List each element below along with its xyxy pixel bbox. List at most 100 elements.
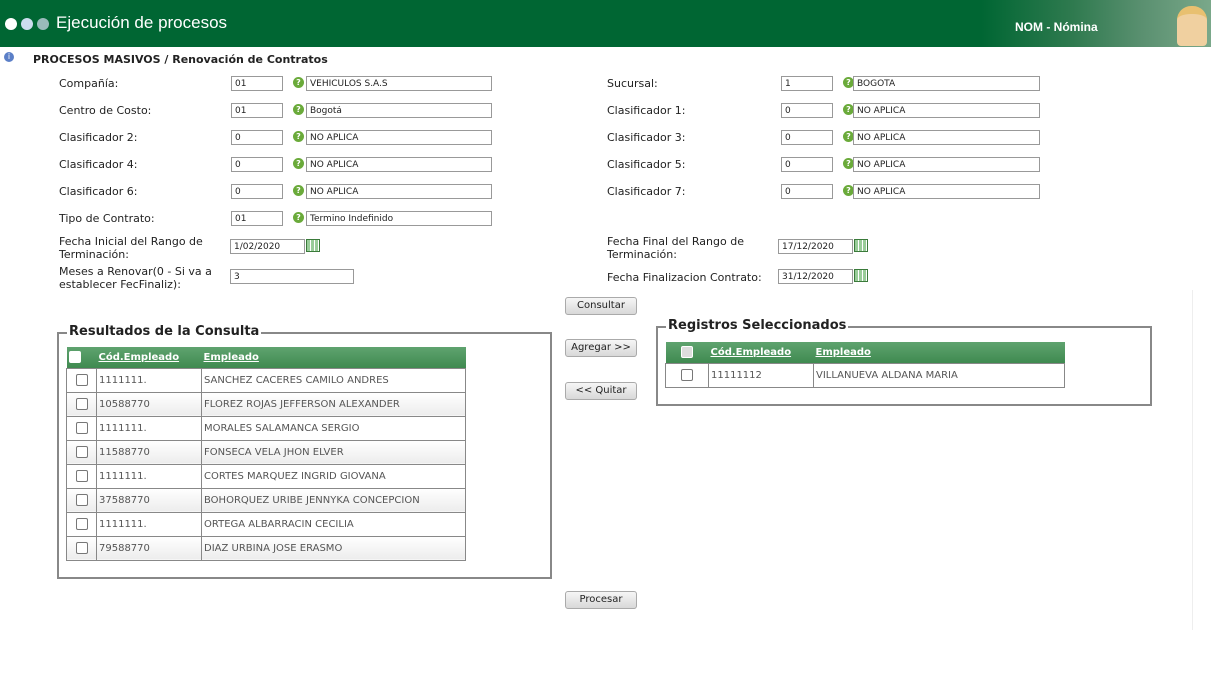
- employee-name: DIAZ URBINA JOSE ERASMO: [201, 535, 466, 561]
- description-input[interactable]: [853, 184, 1040, 199]
- quitar-button[interactable]: << Quitar: [565, 382, 637, 400]
- description-input[interactable]: [853, 130, 1040, 145]
- description-input[interactable]: [306, 157, 492, 172]
- employee-code: 1111111.: [96, 415, 202, 441]
- fecha-inicial-label: Fecha Inicial del Rango de Terminación:: [59, 235, 203, 261]
- module-name: NOM - Nómina: [1015, 20, 1098, 34]
- description-input[interactable]: [306, 211, 492, 226]
- row-checkbox[interactable]: [75, 470, 88, 482]
- row-checkbox[interactable]: [75, 542, 88, 554]
- fecha-fin-contrato-input[interactable]: [778, 269, 853, 284]
- description-input[interactable]: [306, 76, 492, 91]
- app-title: Ejecución de procesos: [56, 13, 228, 32]
- code-input[interactable]: [231, 103, 283, 118]
- code-input[interactable]: [231, 157, 283, 172]
- selected-fieldset: Registros Seleccionados Cód.Empleado Emp…: [656, 318, 1152, 406]
- col-name-header[interactable]: Empleado: [201, 347, 466, 368]
- employee-code: 1111111.: [96, 463, 202, 489]
- meses-input[interactable]: [230, 269, 354, 284]
- divider: [1192, 290, 1193, 630]
- results-fieldset: Resultados de la Consulta Cód.Empleado E…: [57, 324, 552, 579]
- col-name-header[interactable]: Empleado: [813, 342, 1065, 363]
- code-input[interactable]: [781, 184, 833, 199]
- col-code-header[interactable]: Cód.Empleado: [708, 342, 814, 363]
- table-row[interactable]: 11588770 FONSECA VELA JHON ELVER: [66, 439, 466, 465]
- code-input[interactable]: [781, 103, 833, 118]
- employee-name: VILLANUEVA ALDANA MARIA: [813, 362, 1065, 388]
- field-label: Sucursal:: [607, 77, 658, 90]
- col-code-header[interactable]: Cód.Empleado: [96, 347, 202, 368]
- employee-code: 1111111.: [96, 511, 202, 537]
- help-icon[interactable]: ?: [293, 131, 304, 142]
- help-icon[interactable]: ?: [293, 158, 304, 169]
- calendar-icon[interactable]: [854, 239, 868, 252]
- select-all-checkbox[interactable]: [681, 346, 693, 359]
- description-input[interactable]: [306, 184, 492, 199]
- code-input[interactable]: [231, 211, 283, 226]
- table-row[interactable]: 11111112 VILLANUEVA ALDANA MARIA: [665, 362, 1065, 388]
- select-all-checkbox[interactable]: [68, 351, 81, 364]
- row-checkbox[interactable]: [75, 422, 88, 434]
- field-label: Clasificador 1:: [607, 104, 686, 117]
- row-checkbox[interactable]: [75, 374, 88, 386]
- employee-name: SANCHEZ CACERES CAMILO ANDRES: [201, 367, 466, 393]
- field-label: Centro de Costo:: [59, 104, 152, 117]
- table-row[interactable]: 10588770 FLOREZ ROJAS JEFFERSON ALEXANDE…: [66, 391, 466, 417]
- row-checkbox[interactable]: [75, 494, 88, 506]
- row-checkbox[interactable]: [75, 398, 88, 410]
- field-label: Clasificador 7:: [607, 185, 686, 198]
- description-input[interactable]: [853, 103, 1040, 118]
- code-input[interactable]: [781, 157, 833, 172]
- results-table: Cód.Empleado Empleado 1111111. SANCHEZ C…: [66, 347, 466, 561]
- description-input[interactable]: [306, 130, 492, 145]
- table-row[interactable]: 1111111. MORALES SALAMANCA SERGIO: [66, 415, 466, 441]
- code-input[interactable]: [781, 130, 833, 145]
- breadcrumb: PROCESOS MASIVOS / Renovación de Contrat…: [33, 53, 328, 66]
- employee-name: BOHORQUEZ URIBE JENNYKA CONCEPCION: [201, 487, 466, 513]
- description-input[interactable]: [306, 103, 492, 118]
- agregar-button[interactable]: Agregar >>: [565, 339, 637, 357]
- fecha-inicial-input[interactable]: [230, 239, 305, 254]
- code-input[interactable]: [231, 184, 283, 199]
- field-label: Clasificador 5:: [607, 158, 686, 171]
- selected-legend: Registros Seleccionados: [666, 318, 849, 333]
- employee-code: 11111112: [708, 362, 814, 388]
- row-checkbox[interactable]: [75, 446, 88, 458]
- employee-code: 10588770: [96, 391, 202, 417]
- help-icon[interactable]: ?: [293, 104, 304, 115]
- field-label: Clasificador 2:: [59, 131, 138, 144]
- employee-name: FONSECA VELA JHON ELVER: [201, 439, 466, 465]
- code-input[interactable]: [781, 76, 833, 91]
- field-label: Clasificador 3:: [607, 131, 686, 144]
- fecha-final-input[interactable]: [778, 239, 853, 254]
- info-icon: i: [4, 52, 14, 62]
- field-label: Clasificador 6:: [59, 185, 138, 198]
- code-input[interactable]: [231, 130, 283, 145]
- code-input[interactable]: [231, 76, 283, 91]
- help-icon[interactable]: ?: [293, 212, 304, 223]
- employee-code: 1111111.: [96, 367, 202, 393]
- row-checkbox[interactable]: [681, 369, 693, 381]
- help-icon[interactable]: ?: [293, 185, 304, 196]
- employee-code: 11588770: [96, 439, 202, 465]
- table-row[interactable]: 1111111. CORTES MARQUEZ INGRID GIOVANA: [66, 463, 466, 489]
- row-checkbox[interactable]: [75, 518, 88, 530]
- employee-name: MORALES SALAMANCA SERGIO: [201, 415, 466, 441]
- calendar-icon[interactable]: [854, 269, 868, 282]
- calendar-icon[interactable]: [306, 239, 320, 252]
- avatar: [1177, 6, 1207, 46]
- consultar-button[interactable]: Consultar: [565, 297, 637, 315]
- fecha-fin-contrato-label: Fecha Finalizacion Contrato:: [607, 271, 762, 284]
- description-input[interactable]: [853, 157, 1040, 172]
- field-label: Clasificador 4:: [59, 158, 138, 171]
- help-icon[interactable]: ?: [293, 77, 304, 88]
- description-input[interactable]: [853, 76, 1040, 91]
- selected-table: Cód.Empleado Empleado 11111112 VILLANUEV…: [665, 342, 1065, 388]
- table-row[interactable]: 1111111. ORTEGA ALBARRACIN CECILIA: [66, 511, 466, 537]
- fecha-final-label: Fecha Final del Rango de Terminación:: [607, 235, 744, 261]
- procesar-button[interactable]: Procesar: [565, 591, 637, 609]
- table-row[interactable]: 1111111. SANCHEZ CACERES CAMILO ANDRES: [66, 367, 466, 393]
- table-row[interactable]: 79588770 DIAZ URBINA JOSE ERASMO: [66, 535, 466, 561]
- table-row[interactable]: 37588770 BOHORQUEZ URIBE JENNYKA CONCEPC…: [66, 487, 466, 513]
- employee-name: FLOREZ ROJAS JEFFERSON ALEXANDER: [201, 391, 466, 417]
